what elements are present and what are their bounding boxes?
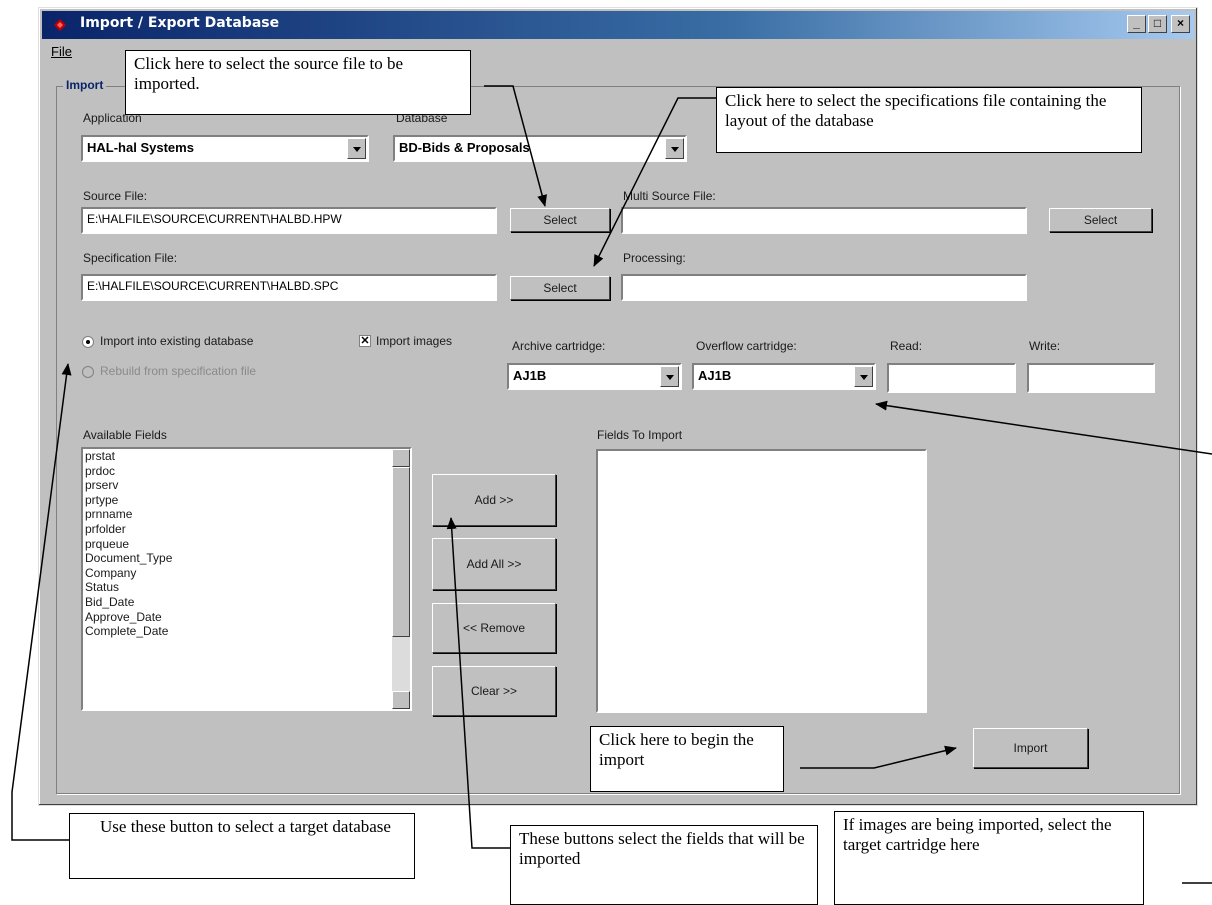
arrow-fields bbox=[446, 517, 510, 849]
arrow-source bbox=[484, 85, 547, 207]
arrow-spec bbox=[593, 97, 716, 267]
arrow-begin bbox=[800, 745, 957, 769]
arrow-cartridge bbox=[875, 400, 1212, 455]
arrow-target-db bbox=[11, 363, 72, 841]
annotation-arrows bbox=[11, 85, 1212, 884]
